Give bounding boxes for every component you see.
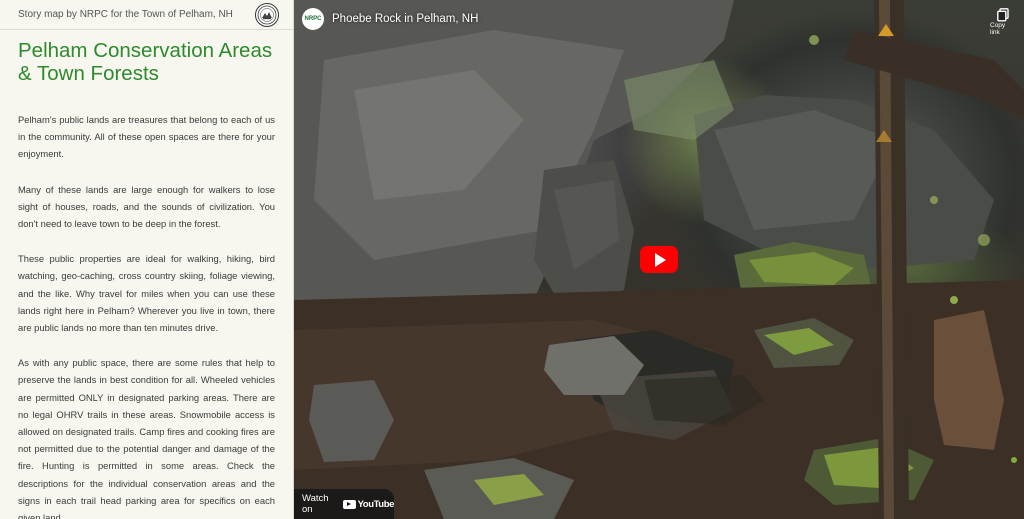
paragraph-4: As with any public space, there are some… (18, 357, 275, 519)
copy-icon (997, 8, 1009, 22)
town-seal-icon[interactable] (255, 2, 279, 27)
story-title: Pelham Conservation Areas & Town Forests (18, 39, 273, 85)
paragraph-2: Many of these lands are large enough for… (18, 183, 275, 230)
youtube-video-embed[interactable]: NRPC Phoebe Rock in Pelham, NH Copy link… (294, 0, 1024, 519)
youtube-wordmark: YouTube (357, 498, 395, 510)
youtube-logo: YouTube (342, 498, 395, 510)
story-byline: Story map by NRPC for the Town of Pelham… (18, 9, 233, 20)
play-button[interactable] (640, 246, 678, 273)
copy-link-button[interactable]: Copy link (990, 8, 1016, 36)
story-body: Pelham's public lands are treasures that… (18, 111, 275, 519)
youtube-icon (342, 499, 356, 509)
copy-link-label: Copy link (990, 22, 1006, 36)
watch-on-label: Watch on (302, 493, 329, 515)
video-header: NRPC Phoebe Rock in Pelham, NH (302, 7, 478, 31)
video-title[interactable]: Phoebe Rock in Pelham, NH (332, 13, 478, 25)
paragraph-1: Pelham's public lands are treasures that… (18, 114, 275, 160)
watch-on-youtube-button[interactable]: Watch on YouTube (294, 489, 394, 519)
sidebar-header: Story map by NRPC for the Town of Pelham… (0, 0, 293, 30)
play-icon (655, 252, 666, 267)
channel-avatar[interactable]: NRPC (302, 8, 324, 30)
story-sidebar: Story map by NRPC for the Town of Pelham… (0, 0, 294, 519)
paragraph-3: These public properties are ideal for wa… (18, 253, 275, 334)
